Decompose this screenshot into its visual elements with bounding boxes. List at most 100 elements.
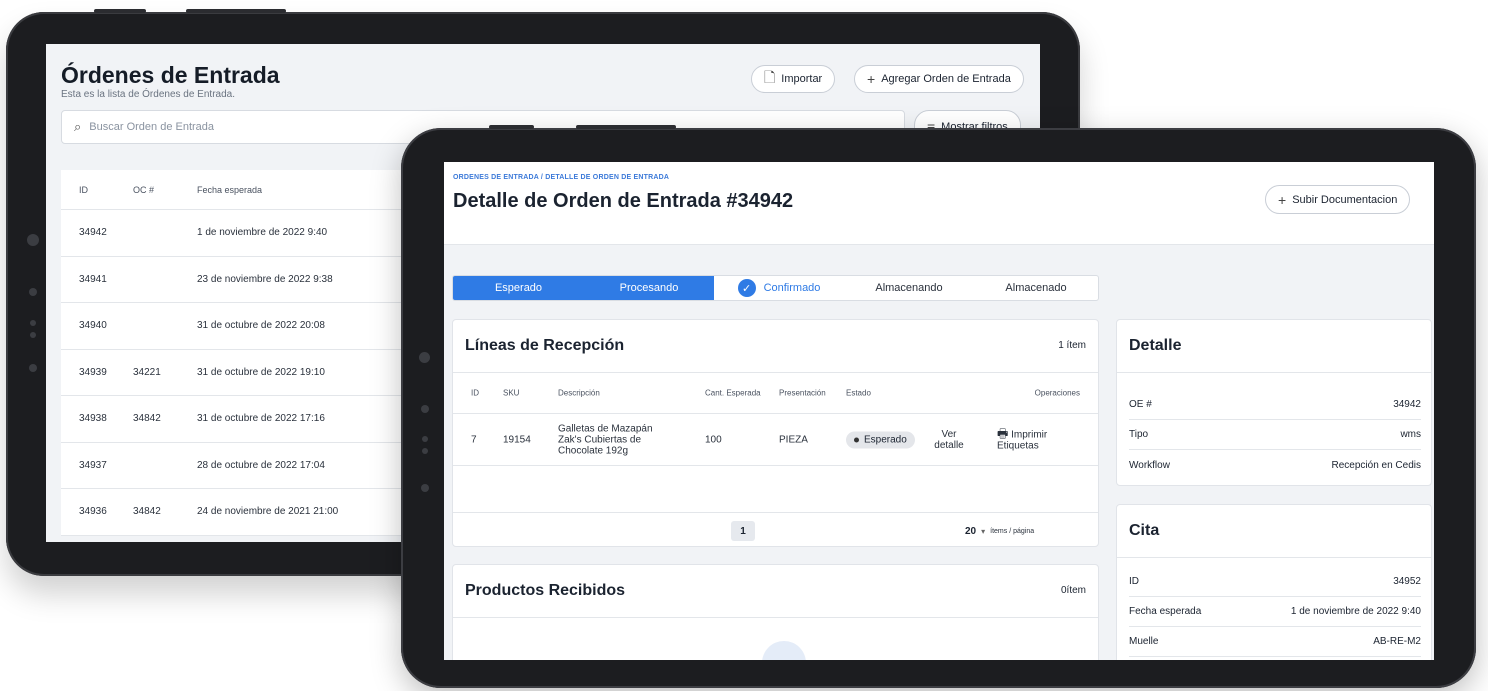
front-screen: ORDENES DE ENTRADA / DETALLE DE ORDEN DE… xyxy=(444,162,1434,660)
tablet-hardware-button xyxy=(489,125,534,129)
status-dot-icon xyxy=(854,437,859,442)
plus-icon: + xyxy=(1278,191,1287,208)
printer-icon: 🖶 xyxy=(997,426,1009,440)
column-header: Estado xyxy=(846,388,871,398)
sensor-icon xyxy=(421,484,429,492)
page-subtitle: Esta es la lista de Órdenes de Entrada. xyxy=(61,89,235,100)
upload-documentation-button[interactable]: + Subir Documentacion xyxy=(1265,185,1411,214)
table-row[interactable]: 34939 34221 31 de octubre de 2022 19:10 xyxy=(61,350,431,396)
step-confirmado: ✓ Confirmado xyxy=(714,276,844,300)
row-id: 34939 xyxy=(79,366,107,378)
step-procesando: Procesando xyxy=(584,276,714,300)
appointment-row: Muelle AB-RE-M2 xyxy=(1129,627,1421,657)
page-number-button[interactable]: 1 xyxy=(731,521,755,541)
row-id: 34942 xyxy=(79,227,107,239)
detail-label: Tipo xyxy=(1129,429,1149,440)
column-header: SKU xyxy=(503,388,520,398)
appointment-card: Cita ID 34952 Fecha esperada 1 de noviem… xyxy=(1116,504,1432,660)
print-labels-button[interactable]: 🖶 Imprimir Etiquetas xyxy=(997,426,1065,451)
appointment-value: 1 de noviembre de 2022 9:40 xyxy=(1290,606,1421,617)
detail-row: OE # 34942 xyxy=(1129,390,1421,420)
pagination: 1 20 ▾ ítems / página xyxy=(453,512,1098,548)
sensor-icon xyxy=(29,364,37,372)
column-header: Operaciones xyxy=(1034,388,1080,398)
row-description: Galletas de Mazapán Zak's Cubiertas de C… xyxy=(558,423,653,456)
row-id: 34938 xyxy=(79,413,107,425)
appointment-label: ID xyxy=(1129,576,1139,587)
page-title: Órdenes de Entrada xyxy=(61,62,280,88)
row-oc: 34842 xyxy=(133,413,161,425)
step-almacenado: Almacenado xyxy=(974,276,1098,300)
search-placeholder: Buscar Orden de Entrada xyxy=(89,121,215,133)
table-header: ID OC # Fecha esperada xyxy=(61,170,431,210)
table-row[interactable]: 34940 31 de octubre de 2022 20:08 xyxy=(61,303,431,350)
column-header: Fecha esperada xyxy=(197,184,263,195)
divider xyxy=(1117,372,1431,373)
tablet-hardware-button xyxy=(186,9,286,13)
card-title: Productos Recibidos xyxy=(465,582,626,599)
sensor-icon xyxy=(421,405,429,413)
plus-icon: + xyxy=(867,71,876,87)
detail-label: Workflow xyxy=(1129,459,1170,471)
row-id: 34940 xyxy=(79,320,107,332)
page-size-select[interactable]: 20 ▾ ítems / página xyxy=(965,521,1077,541)
item-count: 0ítem xyxy=(1060,585,1086,596)
sensor-icon xyxy=(422,436,428,442)
empty-state-icon xyxy=(762,641,806,660)
row-date: 31 de octubre de 2022 19:10 xyxy=(197,366,325,378)
row-id: 34936 xyxy=(79,506,107,518)
row-date: 28 de octubre de 2022 17:04 xyxy=(197,459,325,471)
table-row[interactable]: 34936 34842 24 de noviembre de 2021 21:0… xyxy=(61,489,431,536)
breadcrumb[interactable]: ORDENES DE ENTRADA / DETALLE DE ORDEN DE… xyxy=(453,174,669,181)
sensor-icon xyxy=(30,332,36,338)
add-order-label: Agregar Orden de Entrada xyxy=(881,73,1011,85)
step-esperado: Esperado xyxy=(453,276,584,300)
row-date: 1 de noviembre de 2022 9:40 xyxy=(197,227,328,239)
row-date: 31 de octubre de 2022 20:08 xyxy=(197,320,325,332)
card-title: Líneas de Recepción xyxy=(465,337,625,354)
card-title: Detalle xyxy=(1129,337,1182,354)
sensor-icon xyxy=(30,320,36,326)
detail-card: Detalle OE # 34942 Tipo wms Workflow Rec… xyxy=(1116,319,1432,486)
table-row: 7 19154 Galletas de Mazapán Zak's Cubier… xyxy=(453,414,1098,466)
file-plus-icon: 🗋 xyxy=(764,69,776,85)
row-quantity: 100 xyxy=(705,434,722,445)
chevron-down-icon: ▾ xyxy=(981,526,986,536)
step-label: Confirmado xyxy=(763,282,821,294)
column-header: Presentación xyxy=(779,388,826,398)
import-button[interactable]: 🗋 Importar xyxy=(751,65,836,93)
import-label: Importar xyxy=(781,73,823,85)
step-label: Almacenado xyxy=(1005,282,1067,294)
reception-lines-card: Líneas de Recepción 1 ítem ID SKU Descri… xyxy=(452,319,1099,547)
table-row[interactable]: 34938 34842 31 de octubre de 2022 17:16 xyxy=(61,396,431,443)
detail-value: Recepción en Cedis xyxy=(1331,459,1422,471)
tablet-hardware-button xyxy=(94,9,146,13)
detail-row: Tipo wms xyxy=(1129,420,1421,450)
front-tablet: ORDENES DE ENTRADA / DETALLE DE ORDEN DE… xyxy=(401,125,1476,688)
step-almacenando: Almacenando xyxy=(844,276,974,300)
row-date: 24 de noviembre de 2021 21:00 xyxy=(197,506,339,518)
row-sku: 19154 xyxy=(503,434,531,445)
step-label: Esperado xyxy=(494,282,543,294)
appointment-label: Muelle xyxy=(1129,636,1159,647)
camera-icon xyxy=(27,234,39,246)
detail-label: OE # xyxy=(1129,399,1152,410)
orders-table: ID OC # Fecha esperada 34942 1 de noviem… xyxy=(61,170,431,536)
appointment-row: Fecha esperada 1 de noviembre de 2022 9:… xyxy=(1129,597,1421,627)
appointment-value: 34952 xyxy=(1393,576,1421,587)
row-oc: 34221 xyxy=(133,366,161,378)
add-order-button[interactable]: + Agregar Orden de Entrada xyxy=(854,65,1024,93)
status-stepper: Esperado Procesando ✓ Confirmado Almacen… xyxy=(452,275,1099,301)
row-date: 23 de noviembre de 2022 9:38 xyxy=(197,273,333,285)
check-icon: ✓ xyxy=(737,279,756,297)
detail-row: Workflow Recepción en Cedis xyxy=(1129,450,1421,480)
table-row[interactable]: 34941 23 de noviembre de 2022 9:38 xyxy=(61,257,431,303)
column-header: OC # xyxy=(133,184,155,195)
table-row[interactable]: 34942 1 de noviembre de 2022 9:40 xyxy=(61,210,431,257)
table-row[interactable]: 34937 28 de octubre de 2022 17:04 xyxy=(61,443,431,489)
view-detail-link[interactable]: Ver detalle xyxy=(929,429,969,451)
card-title: Cita xyxy=(1129,522,1160,539)
appointment-label: Fecha esperada xyxy=(1129,606,1202,617)
status-badge: Esperado xyxy=(846,431,915,448)
page-title: Detalle de Orden de Entrada #34942 xyxy=(453,190,794,212)
